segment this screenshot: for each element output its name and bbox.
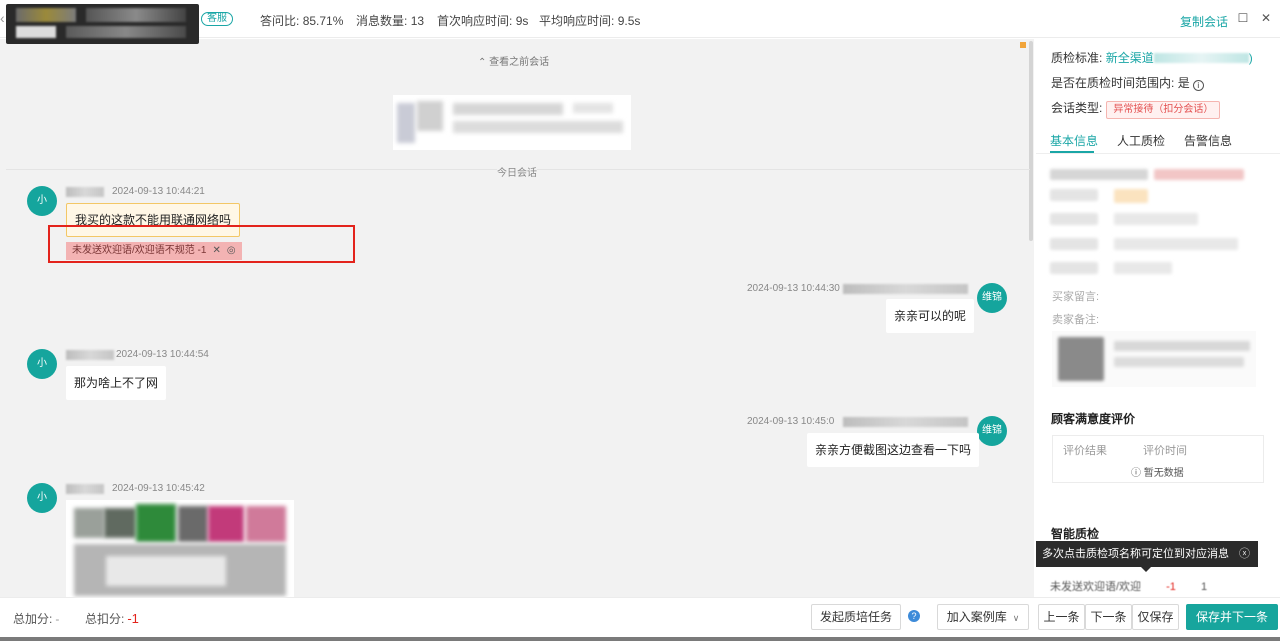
agent-avatar: 维锦 bbox=[977, 416, 1007, 446]
smart-qc-title: 智能质检 bbox=[1051, 527, 1100, 541]
bottom-action-bar: 总加分: - 总扣分: -1 发起质培任务 ? 加入案例库 ∨ 上一条 下一条 仅保存… bbox=[0, 597, 1280, 637]
buyer-note-label: 买家留言: bbox=[1052, 291, 1100, 303]
close-icon[interactable]: ✕ bbox=[1260, 12, 1272, 24]
add-to-case-library-select[interactable]: 加入案例库 ∨ bbox=[937, 604, 1029, 630]
copy-session-link[interactable]: 复制会话 bbox=[1180, 13, 1228, 30]
tab-basic-info[interactable]: 基本信息 bbox=[1050, 132, 1098, 149]
save-and-next-button[interactable]: 保存并下一条 bbox=[1186, 604, 1278, 630]
chat-area: ⌃ 查看之前会话 今日会话 小 2024-09-13 10:44:21 我买的这… bbox=[0, 39, 1034, 597]
blurred-field bbox=[1050, 262, 1098, 274]
session-title-blurred bbox=[6, 4, 199, 44]
info-icon: ⓘ bbox=[1131, 468, 1141, 479]
detail-panel: 质检标准: 新全渠道) 是否在质检时间范围内: 是i 会话类型: 异常接待（扣分会… bbox=[1036, 39, 1280, 597]
blurred-field bbox=[1154, 169, 1244, 180]
role-badge: 客服 bbox=[201, 12, 233, 26]
tab-alerts[interactable]: 告警信息 bbox=[1184, 132, 1232, 149]
product-image bbox=[1058, 337, 1104, 381]
message-time: 2024-09-13 10:44:54 bbox=[116, 349, 209, 360]
maximize-icon[interactable]: ☐ bbox=[1237, 12, 1249, 24]
session-type-row: 会话类型: 异常接待（扣分会话） bbox=[1051, 99, 1221, 119]
agent-avatar: 维锦 bbox=[977, 283, 1007, 313]
abnormal-tag: 异常接待（扣分会话） bbox=[1106, 101, 1221, 119]
scroll-marker bbox=[1020, 42, 1026, 48]
view-previous-link[interactable]: ⌃ 查看之前会话 bbox=[478, 53, 549, 68]
message-bubble: 亲亲方便截图这边查看一下吗 bbox=[807, 433, 980, 467]
blurred-field bbox=[1114, 262, 1172, 274]
customer-avatar: 小 bbox=[27, 483, 57, 513]
satisfaction-table: 评价结果 评价时间 ⓘ 暂无数据 bbox=[1052, 435, 1264, 483]
chat-scrollbar[interactable] bbox=[1029, 41, 1033, 241]
today-label: 今日会话 bbox=[497, 164, 537, 179]
tab-divider bbox=[1036, 153, 1280, 154]
help-icon[interactable]: ? bbox=[908, 610, 920, 622]
close-tooltip-icon[interactable]: ⓧ bbox=[1239, 541, 1250, 567]
message-time: 2024-09-13 10:44:21 bbox=[112, 186, 205, 197]
qc-tooltip: 多次点击质检项名称可定位到对应消息 ⓧ bbox=[1036, 541, 1258, 572]
customer-name-blurred bbox=[66, 484, 104, 494]
message-time: 2024-09-13 10:45:0 bbox=[747, 416, 835, 427]
previous-image-message[interactable] bbox=[393, 95, 631, 150]
sat-header-time: 评价时间 bbox=[1143, 445, 1187, 457]
chevron-down-icon: ∨ bbox=[1012, 613, 1020, 623]
agent-name-blurred bbox=[843, 417, 968, 427]
message-time: 2024-09-13 10:45:42 bbox=[112, 483, 205, 494]
customer-name-blurred bbox=[66, 350, 114, 360]
info-icon[interactable]: i bbox=[1192, 80, 1204, 91]
stat-first-response: 首次响应时间: 9s bbox=[437, 14, 529, 28]
customer-avatar: 小 bbox=[27, 349, 57, 379]
total-add-score: 总加分: - bbox=[13, 612, 60, 626]
qc-standard-row: 质检标准: 新全渠道) bbox=[1051, 51, 1253, 65]
next-button[interactable]: 下一条 bbox=[1085, 604, 1132, 630]
satisfaction-title: 顾客满意度评价 bbox=[1051, 412, 1136, 426]
blurred-text bbox=[1153, 53, 1249, 63]
stat-message-count: 消息数量: 13 bbox=[356, 14, 425, 28]
blurred-field bbox=[1050, 213, 1098, 225]
top-bar: ‹ 客服 答问比: 85.71% 消息数量: 13 首次响应时间: 9s 平均响… bbox=[0, 0, 1280, 44]
blurred-field bbox=[1114, 238, 1238, 250]
blurred-field bbox=[1050, 189, 1098, 201]
save-only-button[interactable]: 仅保存 bbox=[1132, 604, 1179, 630]
prev-button[interactable]: 上一条 bbox=[1038, 604, 1085, 630]
message-bubble: 亲亲可以的呢 bbox=[886, 299, 975, 333]
tab-manual-qc[interactable]: 人工质检 bbox=[1117, 132, 1165, 149]
agent-name-blurred bbox=[843, 284, 968, 294]
qc-standard-link[interactable]: 新全渠道 bbox=[1106, 51, 1154, 65]
customer-name-blurred bbox=[66, 187, 104, 197]
sat-header-result: 评价结果 bbox=[1063, 445, 1107, 457]
highlight-box bbox=[48, 225, 355, 263]
blurred-field bbox=[1050, 169, 1148, 180]
window-bottom-edge bbox=[0, 637, 1280, 641]
seller-note-label: 卖家备注: bbox=[1052, 314, 1100, 326]
product-card[interactable] bbox=[1052, 331, 1256, 387]
blurred-field bbox=[1114, 357, 1244, 367]
customer-avatar: 小 bbox=[27, 186, 57, 216]
qc-row-partial[interactable]: 未发送欢迎语/欢迎 -1 1 bbox=[1050, 578, 1207, 594]
message-bubble: 那为啥上不了网 bbox=[66, 366, 167, 400]
blurred-field bbox=[1114, 341, 1250, 351]
start-training-button[interactable]: 发起质培任务 bbox=[811, 604, 901, 630]
blurred-field bbox=[1114, 213, 1198, 225]
no-data: ⓘ 暂无数据 bbox=[1131, 468, 1184, 479]
stat-answer-ratio: 答问比: 85.71% bbox=[260, 14, 344, 28]
in-range-row: 是否在质检时间范围内: 是i bbox=[1051, 74, 1204, 91]
blurred-field bbox=[1050, 238, 1098, 250]
back-arrow-icon[interactable]: ‹ bbox=[0, 10, 6, 28]
image-message[interactable] bbox=[66, 500, 294, 597]
total-deduct-score: 总扣分: -1 bbox=[85, 611, 139, 626]
stat-avg-response: 平均响应时间: 9.5s bbox=[539, 14, 641, 28]
message-time: 2024-09-13 10:44:30 bbox=[747, 283, 840, 294]
blurred-field bbox=[1114, 189, 1148, 203]
